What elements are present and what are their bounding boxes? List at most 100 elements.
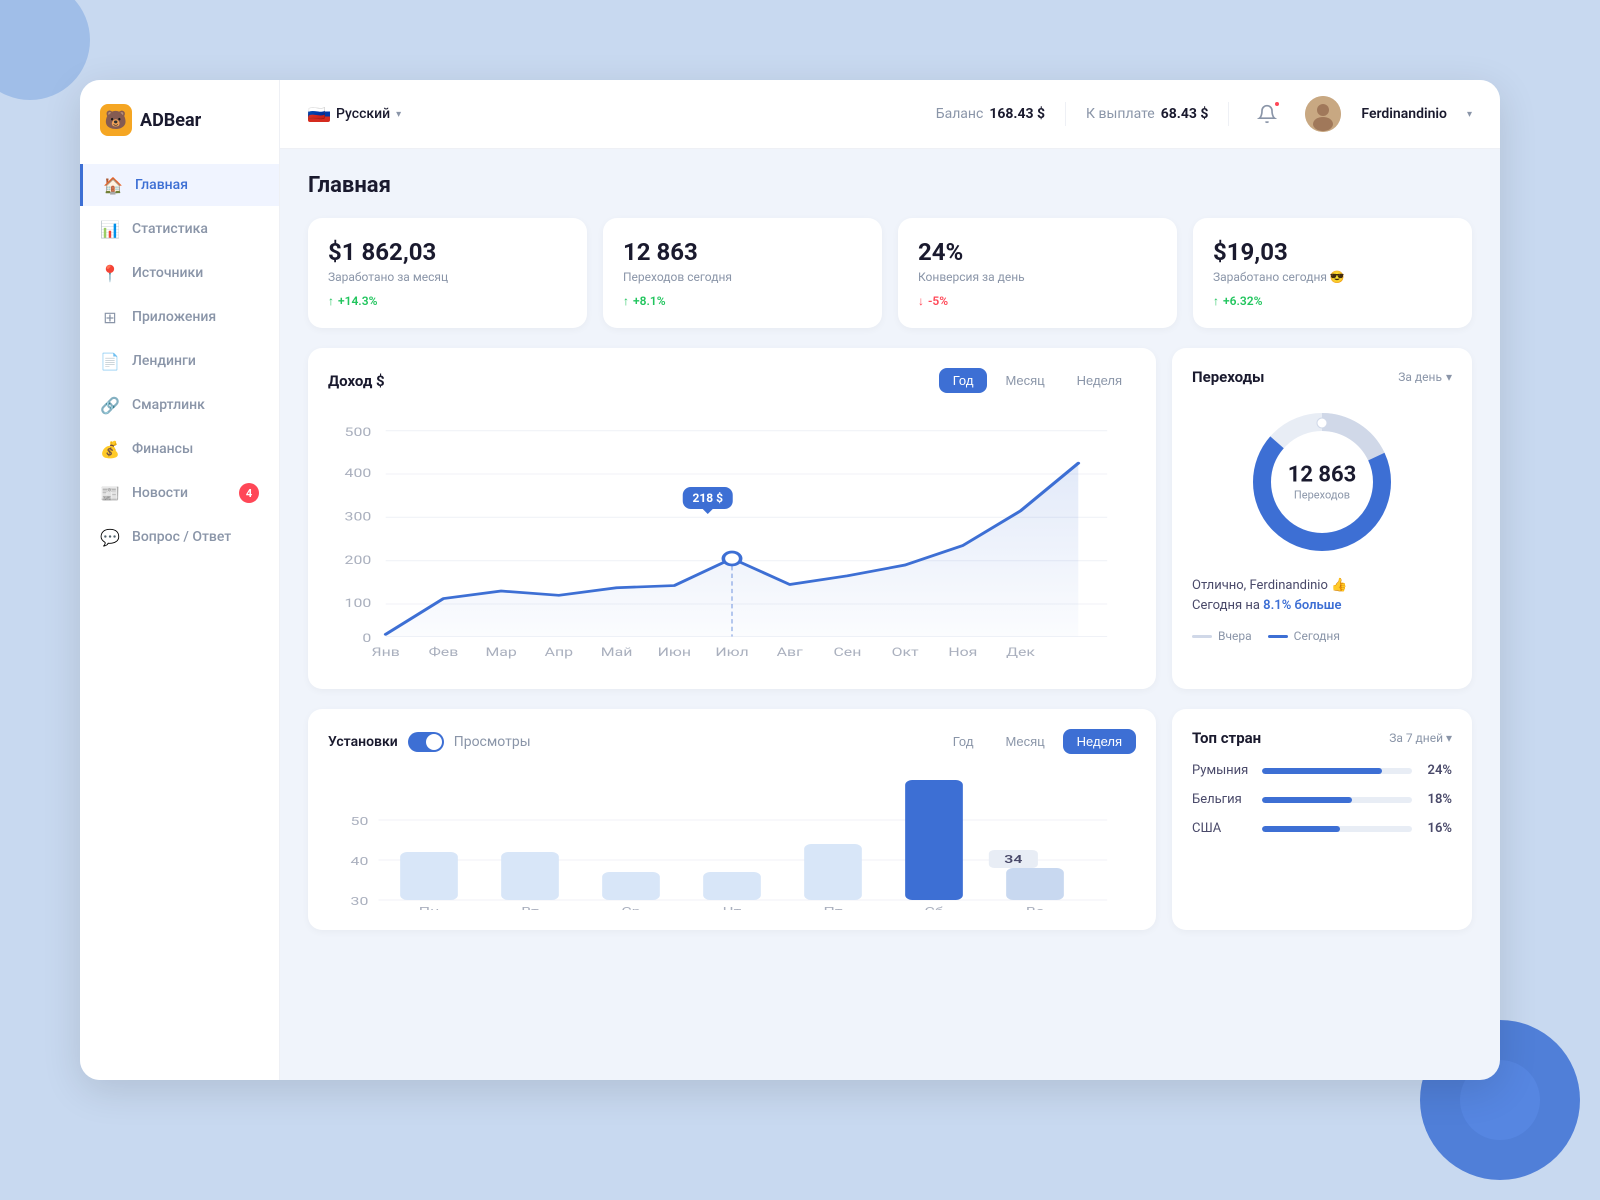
period-selector[interactable]: За день ▾ bbox=[1398, 370, 1452, 384]
sidebar-item-news[interactable]: 📰 Новости 4 bbox=[80, 472, 279, 514]
svg-text:Фев: Фев bbox=[429, 646, 459, 660]
bar-tab-week[interactable]: Неделя bbox=[1063, 729, 1136, 754]
payout-display: К выплате 68.43 $ bbox=[1086, 106, 1208, 122]
bar-chart-tabs: Год Месяц Неделя bbox=[939, 729, 1136, 754]
period-label: За день bbox=[1398, 370, 1442, 384]
country-pct-0: 24% bbox=[1422, 763, 1452, 778]
country-name-1: Бельгия bbox=[1192, 792, 1252, 807]
arrow-up-icon-3: ↑ bbox=[1213, 294, 1219, 308]
main-container: 🐻 ADBear 🏠 Главная 📊 Статистика 📍 Источн… bbox=[80, 80, 1500, 1080]
svg-text:400: 400 bbox=[345, 467, 372, 481]
language-label: Русский bbox=[336, 106, 390, 122]
svg-text:Дек: Дек bbox=[1006, 646, 1035, 660]
sidebar: 🐻 ADBear 🏠 Главная 📊 Статистика 📍 Источн… bbox=[80, 80, 280, 1080]
svg-text:40: 40 bbox=[351, 855, 369, 868]
highlight-text: 8.1% больше bbox=[1263, 598, 1341, 613]
stat-change-value-2: -5% bbox=[928, 294, 948, 308]
svg-text:Вт: Вт bbox=[521, 905, 539, 910]
notifications-button[interactable] bbox=[1249, 96, 1285, 132]
sidebar-item-finance[interactable]: 💰 Финансы bbox=[80, 428, 279, 470]
legend: Вчера Сегодня bbox=[1192, 629, 1452, 643]
stat-card-0: $1 862,03 Заработано за месяц ↑ +14.3% bbox=[308, 218, 587, 328]
chart-tab-month[interactable]: Месяц bbox=[991, 368, 1058, 393]
svg-text:34: 34 bbox=[1004, 853, 1022, 866]
stat-label-2: Конверсия за день bbox=[918, 270, 1157, 284]
svg-text:Июн: Июн bbox=[658, 646, 691, 660]
balance-display: Баланс 168.43 $ bbox=[936, 106, 1045, 122]
countries-period[interactable]: За 7 дней ▾ bbox=[1389, 731, 1452, 745]
country-pct-1: 18% bbox=[1422, 792, 1452, 807]
sidebar-item-sources[interactable]: 📍 Источники bbox=[80, 252, 279, 294]
stats-row: $1 862,03 Заработано за месяц ↑ +14.3% 1… bbox=[308, 218, 1472, 328]
page-title: Главная bbox=[308, 173, 1472, 198]
sidebar-item-apps[interactable]: ⊞ Приложения bbox=[80, 296, 279, 338]
toggle-switch[interactable] bbox=[408, 732, 444, 752]
sidebar-item-home[interactable]: 🏠 Главная bbox=[80, 164, 279, 206]
news-icon: 📰 bbox=[100, 483, 120, 503]
bar-toggle-group: Установки Просмотры bbox=[328, 732, 531, 752]
bar-tab-month[interactable]: Месяц bbox=[991, 729, 1058, 754]
svg-text:Сен: Сен bbox=[833, 646, 861, 660]
chart-tab-year[interactable]: Год bbox=[939, 368, 988, 393]
bar-chart-header: Установки Просмотры Год Месяц Неделя bbox=[328, 729, 1136, 754]
sidebar-label-home: Главная bbox=[135, 177, 188, 193]
countries-header: Топ стран За 7 дней ▾ bbox=[1192, 729, 1452, 747]
bar-tab-year[interactable]: Год bbox=[939, 729, 988, 754]
bg-decoration-left bbox=[0, 0, 90, 100]
landings-icon: 📄 bbox=[100, 351, 120, 371]
svg-text:Чт: Чт bbox=[723, 905, 742, 910]
sidebar-item-stats[interactable]: 📊 Статистика bbox=[80, 208, 279, 250]
stat-change-2: ↓ -5% bbox=[918, 294, 1157, 308]
user-menu-chevron[interactable]: ▾ bbox=[1467, 109, 1472, 120]
bar-toggle-label2: Просмотры bbox=[454, 734, 531, 750]
arrow-up-icon: ↑ bbox=[328, 294, 334, 308]
username-label[interactable]: Ferdinandinio bbox=[1361, 106, 1447, 122]
stat-change-1: ↑ +8.1% bbox=[623, 294, 862, 308]
avatar bbox=[1305, 96, 1341, 132]
chart-header: Доход $ Год Месяц Неделя bbox=[328, 368, 1136, 393]
bar-chart-card: Установки Просмотры Год Месяц Неделя bbox=[308, 709, 1156, 930]
svg-text:Окт: Окт bbox=[892, 646, 919, 660]
top-countries-card: Топ стран За 7 дней ▾ Румыния 24% Бельги… bbox=[1172, 709, 1472, 930]
flag-icon: 🇷🇺 bbox=[308, 106, 330, 122]
balance-label: Баланс bbox=[936, 106, 984, 122]
sidebar-item-qa[interactable]: 💬 Вопрос / Ответ bbox=[80, 516, 279, 558]
legend-dot-today bbox=[1268, 635, 1288, 638]
payout-value: 68.43 $ bbox=[1161, 106, 1209, 122]
chart-tab-week[interactable]: Неделя bbox=[1063, 368, 1136, 393]
sidebar-item-smartlink[interactable]: 🔗 Смартлинк bbox=[80, 384, 279, 426]
header-divider2 bbox=[1228, 102, 1229, 126]
legend-yesterday: Вчера bbox=[1192, 629, 1252, 643]
svg-text:200: 200 bbox=[345, 554, 372, 568]
legend-label-today: Сегодня bbox=[1294, 629, 1340, 643]
country-item-0: Румыния 24% bbox=[1192, 763, 1452, 778]
transitions-card-header: Переходы За день ▾ bbox=[1192, 368, 1452, 386]
income-chart-card: Доход $ Год Месяц Неделя bbox=[308, 348, 1156, 689]
svg-text:Май: Май bbox=[601, 646, 633, 660]
stat-label-1: Переходов сегодня bbox=[623, 270, 862, 284]
country-name-2: США bbox=[1192, 821, 1252, 836]
chart-tooltip: 218 $ bbox=[682, 487, 733, 509]
country-bar-bg-2 bbox=[1262, 826, 1412, 832]
stat-change-0: ↑ +14.3% bbox=[328, 294, 567, 308]
home-icon: 🏠 bbox=[103, 175, 123, 195]
sidebar-label-smartlink: Смартлинк bbox=[132, 397, 205, 413]
language-selector[interactable]: 🇷🇺 Русский ▾ bbox=[308, 106, 401, 122]
chart-title: Доход $ bbox=[328, 372, 939, 390]
svg-text:Ноя: Ноя bbox=[948, 646, 977, 660]
legend-label-yesterday: Вчера bbox=[1218, 629, 1252, 643]
svg-text:Янв: Янв bbox=[372, 646, 400, 660]
country-bar-bg-1 bbox=[1262, 797, 1412, 803]
stats-icon: 📊 bbox=[100, 219, 120, 239]
qa-icon: 💬 bbox=[100, 527, 120, 547]
stat-value-0: $1 862,03 bbox=[328, 238, 567, 266]
notification-dot bbox=[1273, 100, 1281, 108]
stat-card-2: 24% Конверсия за день ↓ -5% bbox=[898, 218, 1177, 328]
donut-value: 12 863 bbox=[1288, 462, 1357, 488]
country-bar-bg-0 bbox=[1262, 768, 1412, 774]
stat-change-value-1: +8.1% bbox=[633, 294, 666, 308]
finance-icon: 💰 bbox=[100, 439, 120, 459]
countries-title: Топ стран bbox=[1192, 729, 1389, 747]
line-chart-svg: 0 100 200 300 400 500 bbox=[328, 409, 1136, 669]
sidebar-item-landings[interactable]: 📄 Лендинги bbox=[80, 340, 279, 382]
